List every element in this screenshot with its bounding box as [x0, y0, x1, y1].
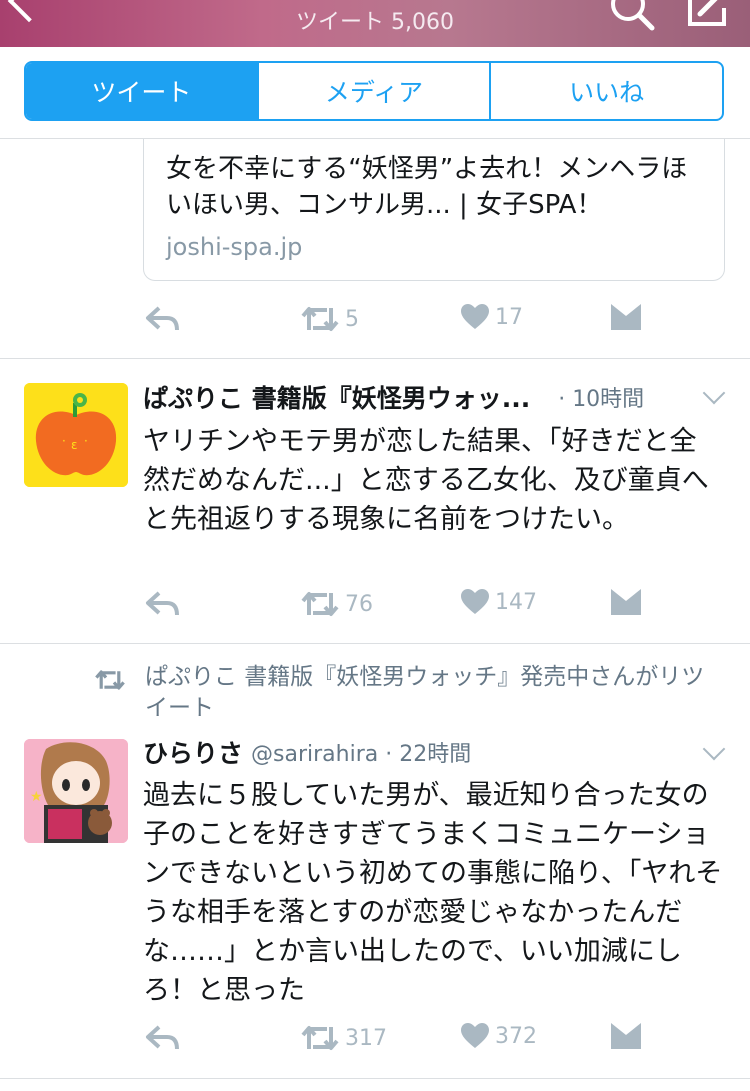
reply-icon [146, 591, 179, 616]
divider [0, 643, 750, 644]
like-button[interactable]: 372 [461, 1023, 537, 1049]
reply-button[interactable] [145, 304, 179, 334]
reply-icon [146, 306, 179, 331]
retweet-count: 76 [345, 591, 373, 617]
compose-icon[interactable] [684, 0, 732, 32]
tweet-text: 過去に５股していた男が、最近知り合った女の子のことを好きすぎてうまくコミュニケー… [143, 780, 723, 1006]
svg-text:·: · [62, 434, 66, 448]
dm-icon [611, 1023, 641, 1049]
dm-icon [611, 304, 641, 330]
retweet-count: 317 [345, 1025, 387, 1051]
dm-button[interactable] [611, 304, 641, 332]
avatar[interactable]: ★ [24, 739, 128, 843]
chevron-down-icon[interactable] [702, 737, 726, 761]
tab-tweets[interactable]: ツイート [26, 63, 259, 119]
retweet-icon [301, 592, 339, 616]
retweet-button[interactable]: 5 [301, 304, 359, 334]
tab-media[interactable]: メディア [259, 63, 492, 119]
svg-text:★: ★ [30, 789, 43, 805]
dm-button[interactable] [611, 589, 641, 617]
link-card-domain: joshi-spa.jp [166, 233, 303, 261]
like-count: 17 [495, 304, 523, 330]
like-icon [461, 304, 489, 329]
nav-header: ツイート 5,060 [0, 0, 750, 47]
retweet-button[interactable]: 317 [301, 1023, 387, 1053]
like-button[interactable]: 17 [461, 304, 523, 330]
dm-button[interactable] [611, 1023, 641, 1051]
dm-icon [611, 589, 641, 615]
tab-bar: ツイート メディア いいね [0, 47, 750, 139]
retweet-context-icon [95, 670, 125, 690]
svg-text:·: · [84, 434, 88, 448]
handle-timestamp[interactable]: @sarirahira · 22時間 [251, 736, 471, 768]
tweet-text: ヤリチンやモテ男が恋した結果、「好きだと全然だめなんだ...」と恋する乙女化、及… [143, 426, 709, 535]
tweet-actions: 5 17 [143, 304, 643, 340]
retweet-context[interactable]: ぱぷりこ 書籍版『妖怪男ウォッチ』発売中さんがリツイート [145, 662, 725, 724]
tab-likes[interactable]: いいね [491, 63, 722, 119]
retweet-icon [301, 307, 339, 331]
like-count: 372 [495, 1023, 537, 1049]
display-name[interactable]: ぱぷりこ 書籍版『妖怪男ウォッ... [143, 379, 530, 415]
chevron-down-icon[interactable] [702, 381, 726, 405]
display-name[interactable]: ひらりさ [143, 734, 243, 770]
tweet-header: ぱぷりこ 書籍版『妖怪男ウォッ... · 10時間 [143, 379, 644, 415]
search-icon[interactable] [608, 0, 656, 32]
like-count: 147 [495, 589, 537, 615]
segmented-control: ツイート メディア いいね [24, 61, 724, 121]
retweet-button[interactable]: 76 [301, 589, 373, 619]
link-card[interactable]: 女を不幸にする“妖怪男”よ去れ！メンヘラほいほい男、コンサル男... | 女子S… [143, 139, 725, 281]
reply-button[interactable] [145, 589, 179, 619]
retweet-count: 5 [345, 306, 359, 332]
tweet-header: ひらりさ @sarirahira · 22時間 [143, 734, 471, 770]
like-button[interactable]: 147 [461, 589, 537, 615]
reply-icon [146, 1025, 179, 1050]
divider [0, 1078, 750, 1079]
reply-button[interactable] [145, 1023, 179, 1053]
divider [0, 358, 750, 359]
svg-text:ε: ε [71, 438, 78, 452]
like-icon [461, 1023, 489, 1048]
timestamp[interactable]: · 10時間 [558, 381, 644, 413]
tweet-actions: 317 372 [143, 1023, 643, 1059]
like-icon [461, 589, 489, 614]
avatar[interactable]: · · ε [24, 383, 128, 487]
apple-avatar-image: · · ε [24, 383, 128, 487]
illustrated-avatar-image: ★ [24, 739, 128, 843]
tweet-actions: 76 147 [143, 589, 643, 625]
link-card-title: 女を不幸にする“妖怪男”よ去れ！メンヘラほいほい男、コンサル男... | 女子S… [166, 154, 688, 220]
retweet-icon [301, 1026, 339, 1050]
